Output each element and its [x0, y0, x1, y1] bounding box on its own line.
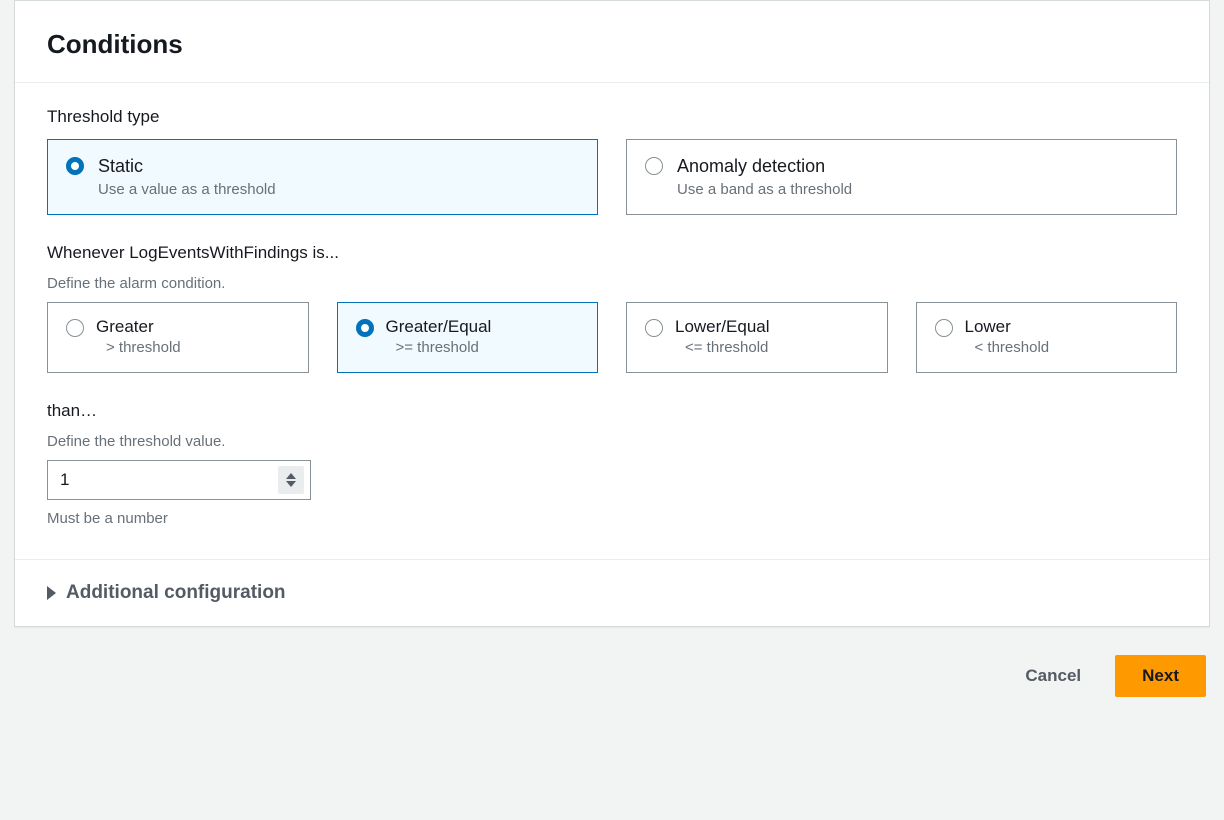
cancel-button[interactable]: Cancel: [1005, 656, 1101, 696]
radio-icon: [66, 319, 84, 337]
radio-title: Greater/Equal: [386, 317, 492, 337]
radio-desc: >= threshold: [386, 339, 492, 356]
radio-title: Greater: [96, 317, 181, 337]
radio-title: Static: [98, 154, 276, 179]
number-stepper[interactable]: [278, 466, 304, 494]
radio-icon: [356, 319, 374, 337]
radio-content: Greater > threshold: [96, 317, 181, 356]
threshold-value-help: Define the threshold value.: [47, 433, 1177, 450]
condition-greater[interactable]: Greater > threshold: [47, 302, 309, 373]
next-button[interactable]: Next: [1115, 655, 1206, 697]
radio-desc: <= threshold: [675, 339, 770, 356]
radio-desc: < threshold: [965, 339, 1050, 356]
radio-icon: [645, 319, 663, 337]
panel-title: Conditions: [47, 29, 1177, 60]
radio-desc: Use a value as a threshold: [98, 181, 276, 198]
radio-content: Lower/Equal <= threshold: [675, 317, 770, 356]
expander-title: Additional configuration: [66, 582, 286, 604]
condition-help: Define the alarm condition.: [47, 275, 1177, 292]
threshold-value-input[interactable]: [48, 462, 278, 498]
threshold-value-hint: Must be a number: [47, 510, 1177, 527]
radio-title: Lower/Equal: [675, 317, 770, 337]
radio-title: Lower: [965, 317, 1050, 337]
condition-greater-equal[interactable]: Greater/Equal >= threshold: [337, 302, 599, 373]
radio-desc: Use a band as a threshold: [677, 181, 852, 198]
conditions-panel: Conditions Threshold type Static Use a v…: [14, 0, 1210, 627]
radio-icon: [935, 319, 953, 337]
panel-body: Threshold type Static Use a value as a t…: [15, 83, 1209, 559]
condition-label: Whenever LogEventsWithFindings is...: [47, 243, 1177, 263]
threshold-type-options: Static Use a value as a threshold Anomal…: [47, 139, 1177, 215]
radio-content: Anomaly detection Use a band as a thresh…: [677, 154, 852, 198]
threshold-type-anomaly[interactable]: Anomaly detection Use a band as a thresh…: [626, 139, 1177, 215]
radio-icon: [66, 157, 84, 175]
footer: Cancel Next: [0, 627, 1224, 707]
threshold-type-label: Threshold type: [47, 107, 1177, 127]
radio-icon: [645, 157, 663, 175]
threshold-value-section: than… Define the threshold value. Must b…: [47, 401, 1177, 527]
threshold-value-input-wrap: [47, 460, 311, 500]
radio-content: Lower < threshold: [965, 317, 1050, 356]
caret-right-icon: [47, 586, 56, 600]
threshold-value-label: than…: [47, 401, 1177, 421]
condition-options: Greater > threshold Greater/Equal >= thr…: [47, 302, 1177, 373]
panel-header: Conditions: [15, 1, 1209, 83]
condition-lower-equal[interactable]: Lower/Equal <= threshold: [626, 302, 888, 373]
additional-configuration-expander[interactable]: Additional configuration: [15, 559, 1209, 626]
threshold-type-static[interactable]: Static Use a value as a threshold: [47, 139, 598, 215]
radio-content: Static Use a value as a threshold: [98, 154, 276, 198]
radio-desc: > threshold: [96, 339, 181, 356]
chevron-down-icon: [286, 481, 296, 487]
condition-lower[interactable]: Lower < threshold: [916, 302, 1178, 373]
chevron-up-icon: [286, 473, 296, 479]
radio-title: Anomaly detection: [677, 154, 852, 179]
radio-content: Greater/Equal >= threshold: [386, 317, 492, 356]
